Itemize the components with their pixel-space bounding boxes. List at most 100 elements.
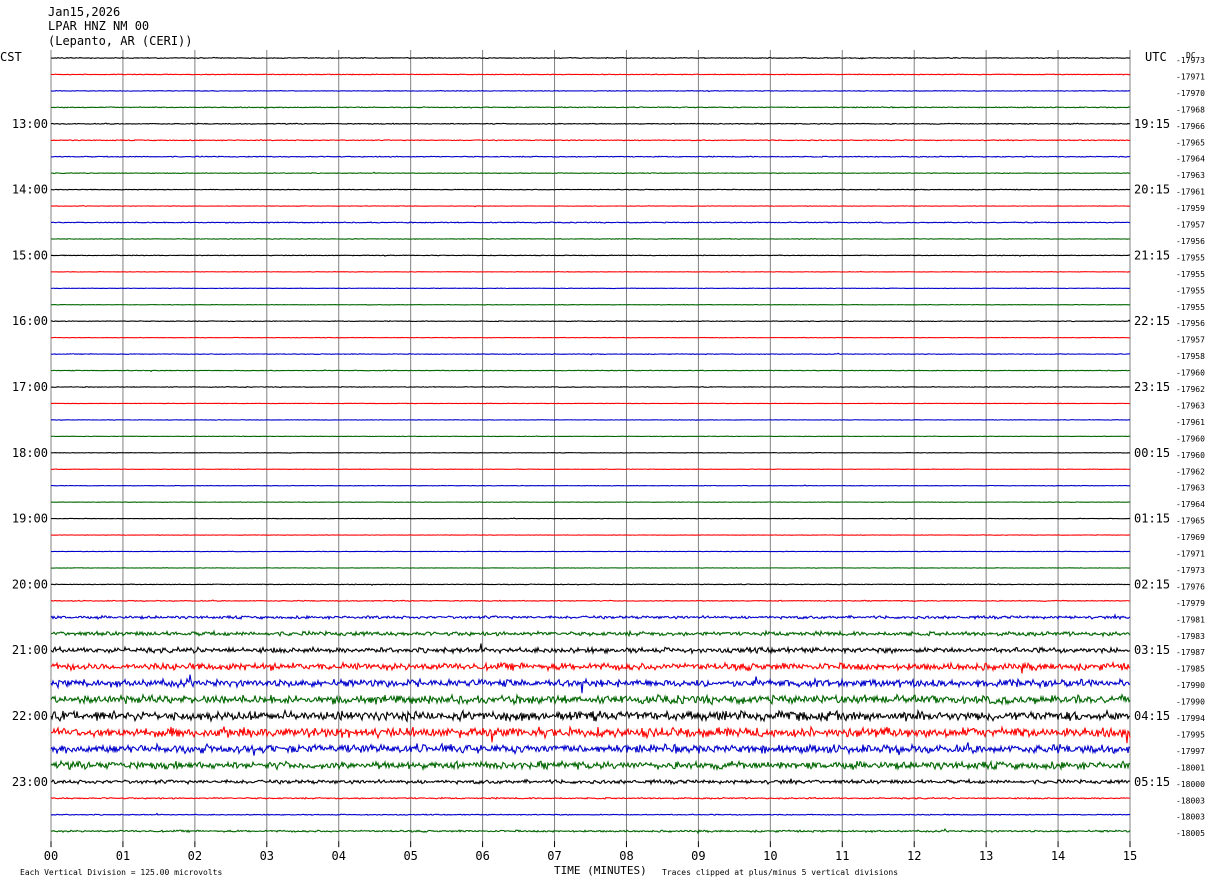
x-tick-label: 10 <box>763 849 777 863</box>
x-tick-label: 01 <box>116 849 130 863</box>
dc-offset-label: -17965 <box>1176 517 1205 526</box>
dc-offset-label: -18001 <box>1176 763 1205 772</box>
dc-offset-label: -17964 <box>1176 500 1205 509</box>
date-label: Jan15,2026 <box>48 5 120 19</box>
trace-row-24 <box>50 451 1131 454</box>
utc-hour-label: 03:15 <box>1134 643 1170 657</box>
utc-hour-label: 21:15 <box>1134 248 1170 262</box>
trace-row-23 <box>50 435 1131 438</box>
utc-hour-label: 04:15 <box>1134 709 1170 723</box>
trace-row-16 <box>50 319 1131 323</box>
dc-offset-label: -17969 <box>1176 533 1205 542</box>
dc-offset-label: -17985 <box>1176 665 1205 674</box>
trace-row-19 <box>50 369 1131 373</box>
trace-row-42 <box>50 742 1131 756</box>
cst-hour-label: 22:00 <box>12 709 48 723</box>
cst-hour-label: 21:00 <box>12 643 48 657</box>
x-tick-label: 09 <box>691 849 705 863</box>
trace-row-17 <box>50 336 1130 339</box>
trace-row-41 <box>50 725 1131 744</box>
utc-hour-label: 22:15 <box>1134 314 1170 328</box>
left-timezone-label: CST <box>0 50 22 64</box>
dc-offset-label: -17963 <box>1176 401 1205 410</box>
trace-row-2 <box>50 89 1131 93</box>
dc-offset-label: -17971 <box>1176 72 1205 81</box>
trace-row-39 <box>50 693 1131 706</box>
trace-row-47 <box>50 827 1131 835</box>
utc-hour-label: 02:15 <box>1134 577 1170 591</box>
trace-row-35 <box>50 629 1131 638</box>
x-tick-label: 13 <box>979 849 993 863</box>
trace-row-0 <box>50 56 1131 60</box>
x-tick-label: 06 <box>475 849 489 863</box>
trace-row-18 <box>50 352 1131 356</box>
utc-hour-label: 20:15 <box>1134 183 1170 197</box>
trace-row-14 <box>50 287 1131 290</box>
dc-offset-label: -17976 <box>1176 582 1205 591</box>
dc-offset-label: -17995 <box>1176 730 1205 739</box>
x-tick-label: 00 <box>44 849 58 863</box>
dc-offset-label: -17963 <box>1176 171 1205 180</box>
dc-offset-label: -17987 <box>1176 648 1205 657</box>
dc-offset-label: -17960 <box>1176 434 1205 443</box>
x-tick-label: 07 <box>547 849 561 863</box>
dc-offset-label: -18005 <box>1176 829 1205 838</box>
dc-offset-label: -18000 <box>1176 780 1205 789</box>
dc-offset-label: -17983 <box>1176 632 1205 641</box>
x-tick-label: 14 <box>1051 849 1065 863</box>
trace-row-34 <box>50 613 1131 621</box>
dc-offset-label: -17981 <box>1176 615 1205 624</box>
location-label: (Lepanto, AR (CERI)) <box>48 34 193 48</box>
x-tick-label: 02 <box>188 849 202 863</box>
trace-row-38 <box>50 674 1131 694</box>
dc-offset-label: -17973 <box>1176 566 1205 575</box>
cst-hour-label: 14:00 <box>12 183 48 197</box>
dc-offset-label: -17994 <box>1176 714 1205 723</box>
grid-lines <box>50 50 1131 842</box>
x-axis: 00 01 02 03 04 05 06 07 08 09 10 11 12 13 14 15 <box>44 841 1137 863</box>
dc-offset-label: -17997 <box>1176 747 1205 756</box>
utc-hour-label: 05:15 <box>1134 775 1170 789</box>
trace-row-15 <box>50 303 1131 306</box>
x-axis-title: TIME (MINUTES) <box>554 864 647 877</box>
dc-offset-label: -17979 <box>1176 599 1205 608</box>
trace-row-6 <box>50 155 1131 158</box>
dc-offset-label: -17955 <box>1176 303 1205 312</box>
x-tick-label: 15 <box>1123 849 1137 863</box>
dc-offset-label: -17961 <box>1176 188 1205 197</box>
dc-offset-label: -17966 <box>1176 122 1205 131</box>
trace-row-44 <box>50 777 1131 786</box>
cst-hour-label: 19:00 <box>12 512 48 526</box>
helicorder-chart: Jan15,2026 LPAR HNZ NM 00 (Lepanto, AR (… <box>0 5 1205 877</box>
x-tick-label: 05 <box>403 849 417 863</box>
cst-hour-label: 20:00 <box>12 577 48 591</box>
dc-offset-label: -17960 <box>1176 369 1205 378</box>
dc-offset-label: -17962 <box>1176 385 1205 394</box>
x-tick-label: 04 <box>332 849 346 863</box>
dc-offset-label: -17965 <box>1176 138 1205 147</box>
trace-row-21 <box>50 402 1131 405</box>
trace-row-37 <box>50 660 1131 674</box>
trace-row-45 <box>50 796 1131 800</box>
trace-row-13 <box>50 270 1131 273</box>
dc-offset-label: -18003 <box>1176 813 1205 822</box>
dc-offset-label: -17964 <box>1176 155 1205 164</box>
trace-row-26 <box>50 484 1131 487</box>
cst-hour-label: 23:00 <box>12 775 48 789</box>
x-tick-label: 11 <box>835 849 849 863</box>
trace-row-11 <box>50 237 1131 240</box>
trace-row-1 <box>50 73 1131 76</box>
trace-row-4 <box>50 122 1131 126</box>
trace-row-20 <box>50 385 1131 388</box>
trace-row-3 <box>50 106 1131 110</box>
trace-row-9 <box>50 204 1131 208</box>
scale-note: Each Vertical Division = 125.00 microvol… <box>20 868 222 877</box>
trace-row-40 <box>50 708 1131 723</box>
dc-offset-label: -17960 <box>1176 451 1205 460</box>
cst-hour-label: 17:00 <box>12 380 48 394</box>
dc-offset-label: -17955 <box>1176 286 1205 295</box>
trace-row-29 <box>50 534 1131 536</box>
x-tick-label: 03 <box>260 849 274 863</box>
dc-offset-label: -17973 <box>1176 56 1205 65</box>
dc-offset-label: -17958 <box>1176 352 1205 361</box>
